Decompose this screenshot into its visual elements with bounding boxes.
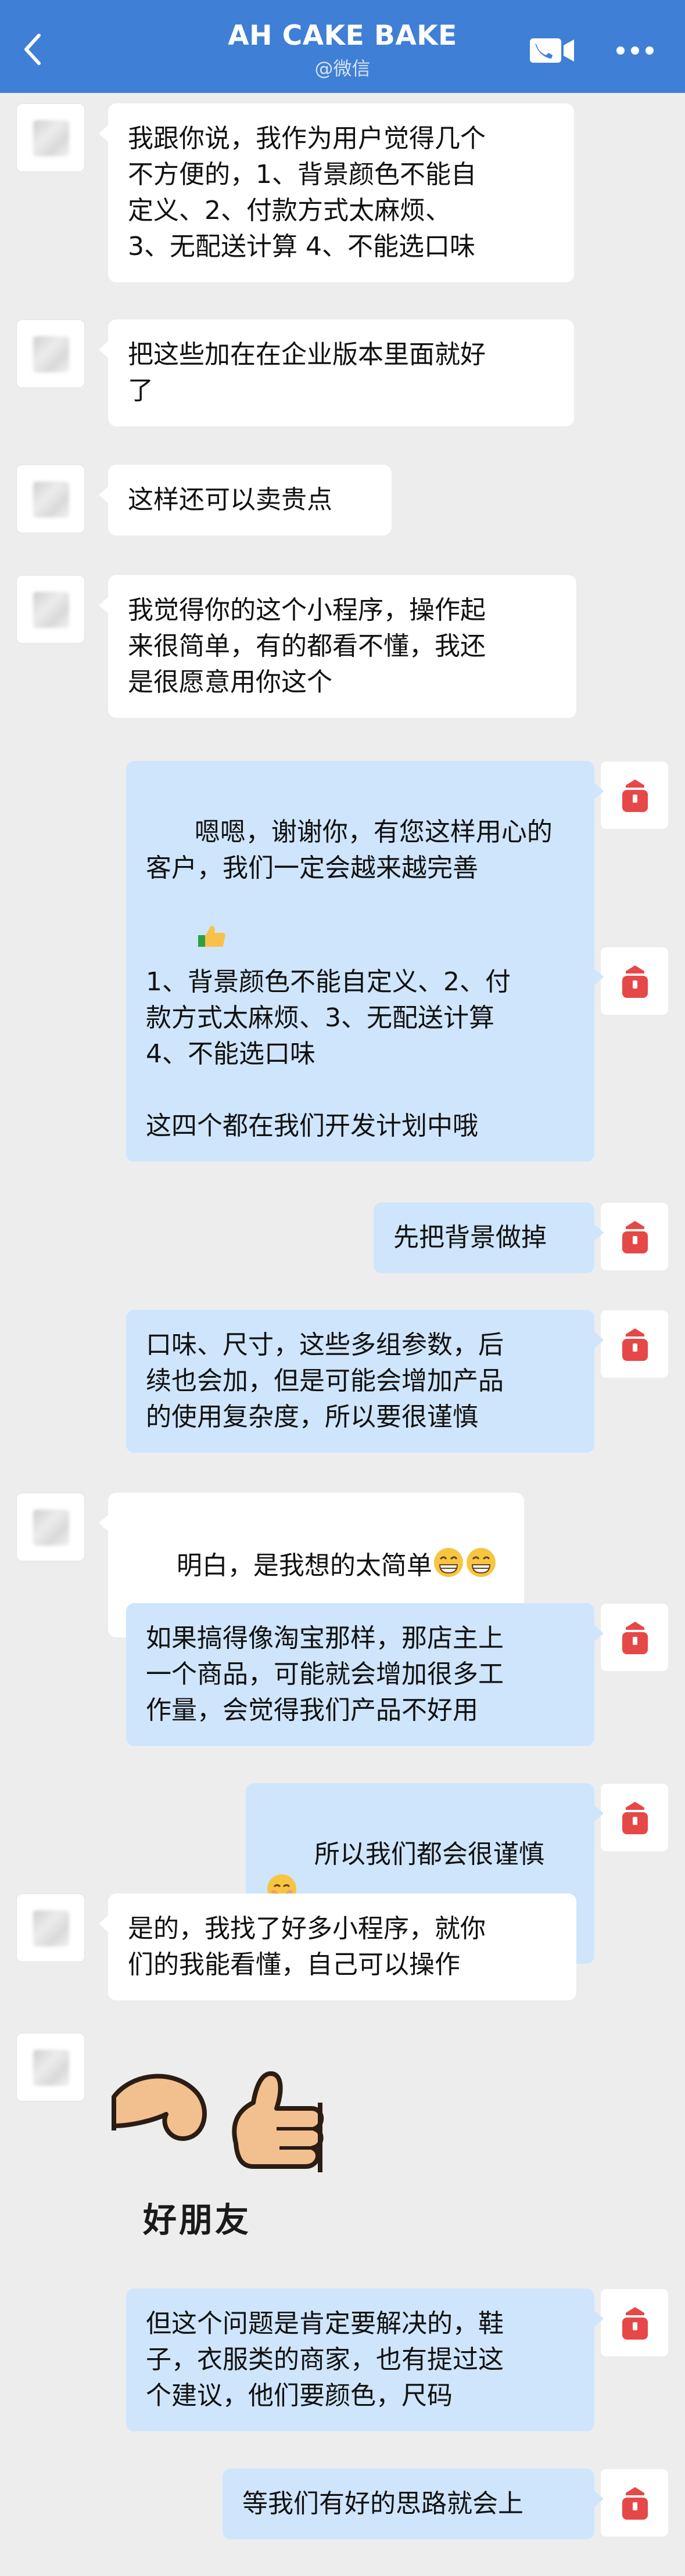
handshake-thumbs-up-illustration — [112, 2071, 324, 2172]
shop-logo-icon — [622, 965, 648, 998]
shop-logo-icon — [622, 1328, 648, 1361]
contact-avatar[interactable] — [16, 465, 85, 533]
shop-logo-icon — [622, 2487, 648, 2520]
message-bubble[interactable]: 我觉得你的这个小程序，操作起 来很简单，有的都看不懂，我还 是很愿意用你这个 — [99, 575, 576, 718]
message-bubble[interactable]: 我跟你说，我作为用户觉得几个 不方便的，1、背景颜色不能自 定义、2、付款方式太… — [99, 103, 574, 282]
shop-logo-icon — [622, 2307, 648, 2340]
my-avatar[interactable] — [600, 947, 669, 1015]
my-avatar[interactable] — [600, 1783, 669, 1852]
shop-logo-icon — [622, 779, 648, 812]
call-button[interactable] — [528, 33, 578, 69]
more-button[interactable] — [610, 33, 660, 69]
chat-subtitle: @微信 — [314, 58, 371, 80]
grin-emoji — [433, 1548, 463, 1577]
my-avatar[interactable] — [600, 2288, 669, 2357]
message-text: 所以我们都会很谨慎 — [314, 1840, 544, 1869]
message-bubble[interactable]: 等我们有好的思路就会上 — [223, 2469, 604, 2539]
grin-emoji — [466, 1548, 496, 1577]
message-text: 嗯嗯，谢谢你，有您这样用心的 客户，我们一定会越来越完善 — [146, 817, 553, 883]
message-text: 明白，是我想的太简单 — [176, 1551, 432, 1580]
message-bubble[interactable]: 这样还可以卖贵点 — [99, 465, 392, 536]
message-bubble[interactable]: 1、背景颜色不能自定义、2、付 款方式太麻烦、3、无配送计算 4、不能选口味 这… — [126, 947, 604, 1162]
phone-video-icon — [530, 38, 574, 63]
good-friend-sticker[interactable]: 好朋友 — [108, 2056, 329, 2248]
contact-avatar[interactable] — [16, 2033, 85, 2101]
contact-avatar[interactable] — [16, 575, 85, 644]
contact-avatar[interactable] — [16, 319, 85, 388]
more-dots-icon — [616, 46, 654, 55]
my-avatar[interactable] — [600, 2469, 669, 2537]
shop-logo-icon — [622, 1802, 648, 1834]
my-avatar[interactable] — [600, 1202, 669, 1271]
my-avatar[interactable] — [600, 761, 669, 829]
message-bubble[interactable]: 先把背景做掉 — [374, 1202, 604, 1273]
message-bubble[interactable]: 如果搞得像淘宝那样，那店主上 一个商品，可能就会增加很多工 作量，会觉得我们产品… — [126, 1603, 604, 1746]
contact-avatar[interactable] — [16, 1894, 85, 1962]
shop-logo-icon — [622, 1221, 648, 1253]
my-avatar[interactable] — [600, 1603, 669, 1672]
my-avatar[interactable] — [600, 1310, 669, 1378]
shop-logo-icon — [622, 1622, 648, 1654]
message-bubble[interactable]: 口味、尺寸，这些多组参数，后 续也会加，但是可能会增加产品 的使用复杂度，所以要… — [126, 1310, 604, 1453]
message-bubble[interactable]: 把这些加在在企业版本里面就好 了 — [99, 319, 574, 426]
message-bubble[interactable]: 是的，我找了好多小程序，就你 们的我能看懂，自己可以操作 — [99, 1894, 576, 2000]
sticker-caption: 好朋友 — [143, 2200, 252, 2240]
message-bubble[interactable]: 但这个问题是肯定要解决的，鞋 子，衣服类的商家，也有提过这 个建议，他们要颜色，… — [126, 2288, 604, 2431]
chat-header: AH CAKE BAKE @微信 — [0, 0, 685, 93]
contact-avatar[interactable] — [16, 1493, 85, 1561]
chat-title: AH CAKE BAKE — [228, 20, 457, 52]
contact-avatar[interactable] — [16, 103, 85, 172]
